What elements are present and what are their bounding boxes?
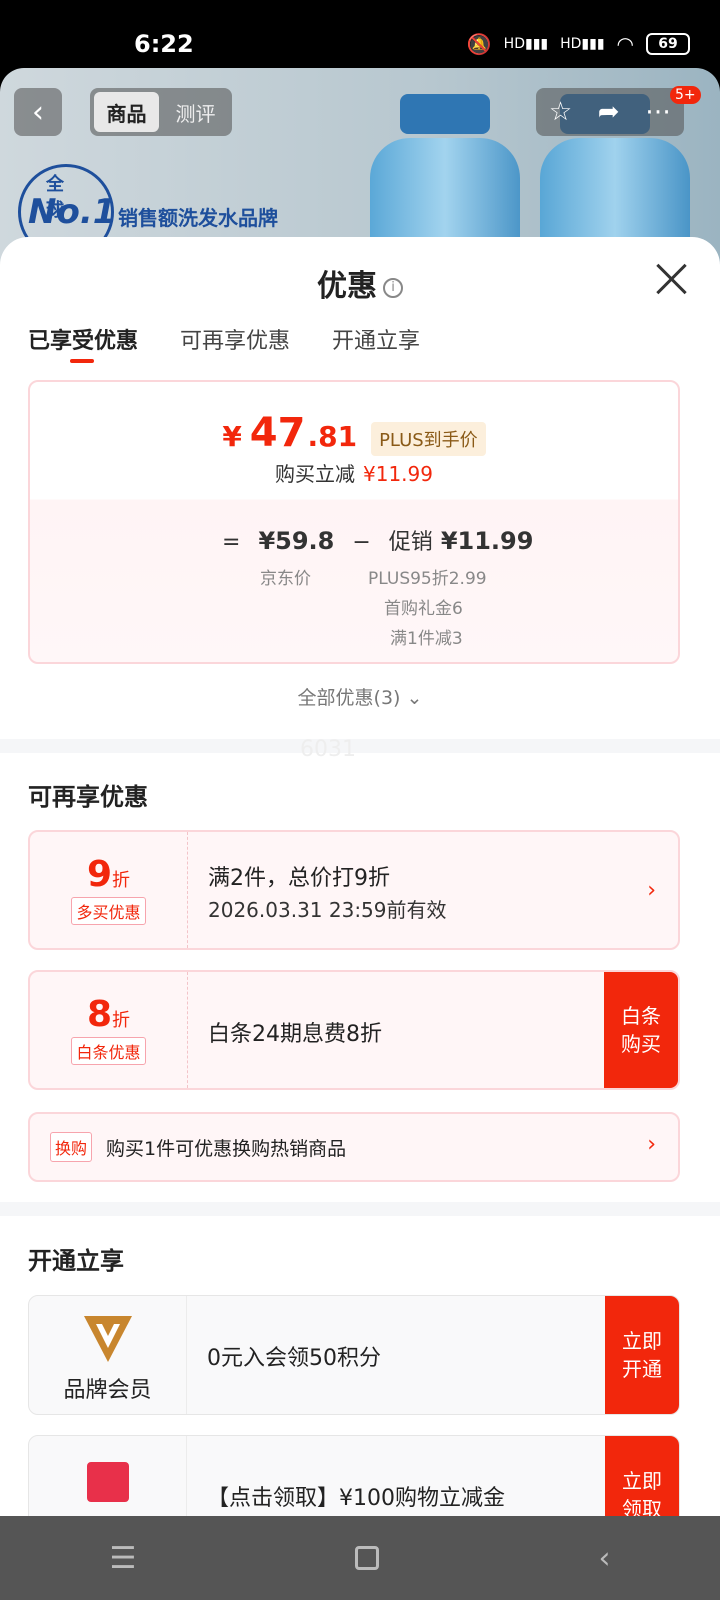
sheet-title-text: 优惠 (317, 269, 377, 304)
signal-icon: HD▮▮▮ (503, 36, 549, 52)
price-card: ¥ 47 .81 PLUS到手价 购买立减 ¥11.99 = ¥59.8 − 促销… (28, 380, 680, 664)
logo-slogan: 销售额洗发水品牌 (118, 206, 278, 230)
discount-sheet: 优惠 i 已享受优惠 可再享优惠 开通立享 ¥ 47 .81 PLUS到手价 购买… (0, 237, 720, 1517)
currency-symbol: ¥ (222, 420, 242, 453)
product-tabs: 商品 测评 (90, 88, 232, 136)
swap-text: 购买1件可优惠换购热销商品 (106, 1138, 347, 1160)
coupon-icon-area (29, 1436, 187, 1517)
minus-sign: − (352, 530, 371, 555)
wifi-icon: ◠ (616, 32, 634, 56)
offer-text: 满2件，总价打9折 (208, 866, 390, 891)
reduce-line: 购买立减 ¥11.99 (30, 458, 678, 487)
claim-button[interactable]: 立即 领取 (605, 1436, 679, 1517)
promo-detail: 首购礼金6 (384, 599, 463, 619)
discount-value: 8折 (30, 994, 187, 1035)
discount-number: 8 (86, 994, 113, 1035)
jd-price: ¥59.8 (258, 527, 335, 555)
logo-big-text: No.1 (28, 192, 117, 232)
home-icon[interactable] (355, 1546, 380, 1570)
jd-price-label: 京东价 (260, 569, 311, 589)
promo-label: 促销 (388, 530, 433, 555)
promo-value: ¥11.99 (440, 527, 534, 555)
tab-review[interactable]: 测评 (163, 92, 228, 132)
status-icons: 🔕 HD▮▮▮ HD▮▮▮ ◠ 69 (467, 32, 690, 56)
section-title-open: 开通立享 (28, 1247, 124, 1275)
system-nav-bar: ☰ ‹ (0, 1516, 720, 1600)
promo-detail: 满1件减3 (390, 629, 463, 649)
message-badge: 5+ (670, 86, 701, 104)
formula-row: = ¥59.8 − 促销 ¥11.99 (222, 524, 533, 556)
discount-tabs: 已享受优惠 可再享优惠 开通立享 (28, 323, 420, 363)
tab-product[interactable]: 商品 (94, 92, 159, 132)
reduce-value: ¥11.99 (363, 462, 433, 486)
offer-discount: 9折 多买优惠 (30, 832, 188, 948)
final-price: ¥ 47 .81 PLUS到手价 (30, 410, 678, 456)
tab-enjoyed[interactable]: 已享受优惠 (28, 323, 138, 363)
clock: 6:22 (134, 30, 194, 58)
all-discounts-text: 全部优惠(3) (297, 687, 401, 709)
more-icon[interactable]: ⋯ (645, 97, 671, 127)
tab-open[interactable]: 开通立享 (332, 323, 420, 355)
info-icon[interactable]: i (383, 277, 403, 298)
offer-card[interactable]: 8折 白条优惠 白条24期息费8折 白条 购买 (28, 970, 680, 1090)
discount-unit: 折 (112, 870, 131, 891)
offer-card[interactable]: 9折 多买优惠 满2件，总价打9折 2026.03.31 23:59前有效 › (28, 830, 680, 950)
coupon-card[interactable]: 【点击领取】¥100购物立减金 立即 领取 (28, 1435, 680, 1517)
bottle-pump (400, 94, 490, 134)
member-text: 0元入会领50积分 (207, 1346, 381, 1371)
offer-expiry: 2026.03.31 23:59前有效 (208, 898, 447, 922)
member-label: 品牌会员 (63, 1378, 152, 1403)
all-discounts-link[interactable]: 全部优惠(3) ⌄ (0, 683, 720, 710)
reduce-label: 购买立减 (275, 462, 355, 486)
divider (0, 739, 720, 753)
brand-v-icon (83, 1316, 132, 1362)
signal-icon-2: HD▮▮▮ (560, 36, 605, 52)
swap-tag: 换购 (50, 1132, 93, 1162)
coupon-icon (86, 1462, 129, 1502)
back-icon[interactable]: ‹ (598, 1541, 610, 1576)
offer-discount: 8折 白条优惠 (30, 972, 188, 1088)
header-actions: ☆ ➦ ⋯ (536, 88, 684, 136)
battery-icon: 69 (646, 33, 690, 55)
sheet-title: 优惠 i (0, 261, 720, 305)
coupon-text: 【点击领取】¥100购物立减金 (207, 1486, 505, 1511)
baitiao-buy-button[interactable]: 白条 购买 (604, 972, 678, 1088)
mute-icon: 🔕 (466, 32, 492, 56)
star-icon[interactable]: ☆ (549, 97, 572, 127)
share-icon[interactable]: ➦ (598, 97, 620, 127)
watermark: 6031 (300, 737, 356, 762)
offer-text: 白条24期息费8折 (208, 1022, 382, 1047)
equals-sign: = (222, 530, 241, 555)
plus-price-tag: PLUS到手价 (371, 422, 486, 456)
price-integer: 47 (249, 410, 306, 456)
discount-number: 9 (86, 854, 113, 895)
offer-tag: 白条优惠 (71, 1037, 146, 1065)
offer-tag: 多买优惠 (71, 897, 146, 925)
section-title-available: 可再享优惠 (28, 783, 148, 811)
tab-available[interactable]: 可再享优惠 (180, 323, 290, 355)
discount-unit: 折 (112, 1010, 131, 1031)
price-decimal: .81 (307, 420, 358, 453)
swap-offer[interactable]: 换购 购买1件可优惠换购热销商品 › (28, 1112, 680, 1182)
member-card[interactable]: 品牌会员 0元入会领50积分 立即 开通 (28, 1295, 680, 1415)
close-icon[interactable] (652, 259, 692, 299)
member-brand: 品牌会员 (29, 1296, 187, 1414)
promo-detail: PLUS95折2.99 (368, 569, 487, 589)
discount-value: 9折 (30, 854, 187, 895)
divider (0, 1202, 720, 1216)
chevron-right-icon: › (647, 1132, 656, 1157)
chevron-down-icon: ⌄ (406, 687, 423, 709)
chevron-right-icon: › (647, 878, 656, 903)
back-button[interactable]: ‹ (14, 88, 62, 136)
join-now-button[interactable]: 立即 开通 (605, 1296, 679, 1414)
menu-icon[interactable]: ☰ (110, 1541, 137, 1576)
